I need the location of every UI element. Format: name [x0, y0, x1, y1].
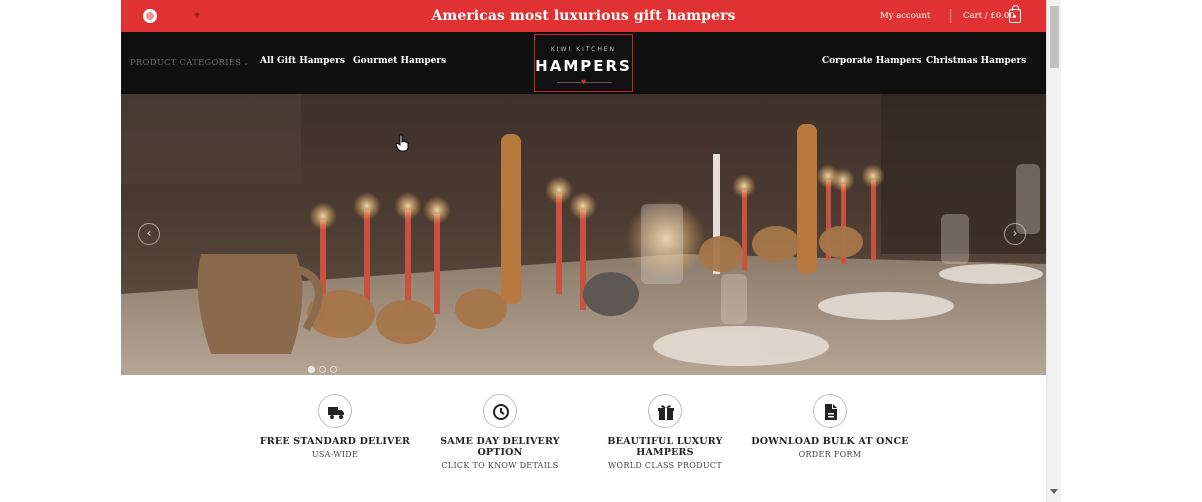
feature-title: DOWNLOAD BULK AT ONCE: [751, 436, 909, 447]
slider-dot-3[interactable]: [330, 366, 337, 373]
product-categories-label: PRODUCT CATEGORIES: [130, 58, 242, 68]
feature-title: BEAUTIFUL LUXURY HAMPERS: [607, 436, 723, 458]
nav-gourmet-hampers[interactable]: Gourmet Hampers: [353, 32, 446, 90]
heart-icon: ♥: [581, 79, 587, 86]
feature-subtitle: ORDER FORM: [798, 450, 862, 459]
logo-line2: HAMPERS: [535, 57, 632, 75]
slider-next-button[interactable]: ›: [1004, 223, 1026, 245]
slider-dots: [308, 358, 341, 375]
clock-icon: [483, 394, 517, 428]
main-nav: PRODUCT CATEGORIES ⌄ All Gift Hampers Gou…: [121, 32, 1046, 94]
slider-dot-1[interactable]: [308, 366, 315, 373]
document-icon: [813, 394, 847, 428]
chevron-down-icon: ⌄: [243, 59, 250, 67]
feature-luxury-hampers[interactable]: BEAUTIFUL LUXURY HAMPERS WORLD CLASS PRO…: [585, 375, 745, 470]
top-bar: ✦ Americas most luxurious gift hampers M…: [121, 0, 1046, 32]
slider-dot-2[interactable]: [319, 366, 326, 373]
shopping-bag-icon[interactable]: [1009, 5, 1021, 23]
hero-image: [121, 94, 1046, 375]
scrollbar-thumb[interactable]: [1050, 6, 1059, 68]
site-logo[interactable]: KIWI KITCHEN HAMPERS ♥: [534, 34, 633, 92]
feature-free-delivery[interactable]: FREE STANDARD DELIVER USA-WIDE: [255, 375, 415, 459]
product-categories-menu[interactable]: PRODUCT CATEGORIES ⌄: [130, 32, 249, 94]
feature-title: FREE STANDARD DELIVER: [259, 436, 411, 447]
feature-subtitle: USA-WIDE: [311, 450, 359, 459]
cart-link[interactable]: Cart / £0.00: [963, 0, 1015, 32]
page-scrollbar[interactable]: [1046, 0, 1061, 502]
truck-icon: [318, 394, 352, 428]
nav-corporate-hampers[interactable]: Corporate Hampers: [822, 32, 921, 90]
hand-cursor-icon: [395, 134, 409, 152]
divider: [950, 9, 951, 23]
logo-line1: KIWI KITCHEN: [550, 46, 617, 53]
my-account-link[interactable]: My account: [880, 0, 930, 32]
feature-title: SAME DAY DELIVERY OPTION: [440, 436, 560, 458]
scroll-down-arrow[interactable]: [1050, 489, 1058, 494]
page: ✦ Americas most luxurious gift hampers M…: [121, 0, 1046, 502]
nav-all-gift-hampers[interactable]: All Gift Hampers: [260, 32, 345, 90]
feature-subtitle: WORLD CLASS PRODUCT: [608, 461, 722, 470]
hero-slider[interactable]: ‹ ›: [121, 94, 1046, 375]
feature-bulk-order[interactable]: DOWNLOAD BULK AT ONCE ORDER FORM: [750, 375, 910, 459]
slider-prev-button[interactable]: ‹: [138, 223, 160, 245]
nav-christmas-hampers[interactable]: Christmas Hampers: [926, 32, 1026, 90]
features-row: FREE STANDARD DELIVER USA-WIDE SAME DAY …: [121, 375, 1046, 502]
feature-same-day[interactable]: SAME DAY DELIVERY OPTION CLICK TO KNOW D…: [420, 375, 580, 470]
feature-subtitle: CLICK TO KNOW DETAILS: [441, 461, 559, 470]
gift-icon: [648, 394, 682, 428]
